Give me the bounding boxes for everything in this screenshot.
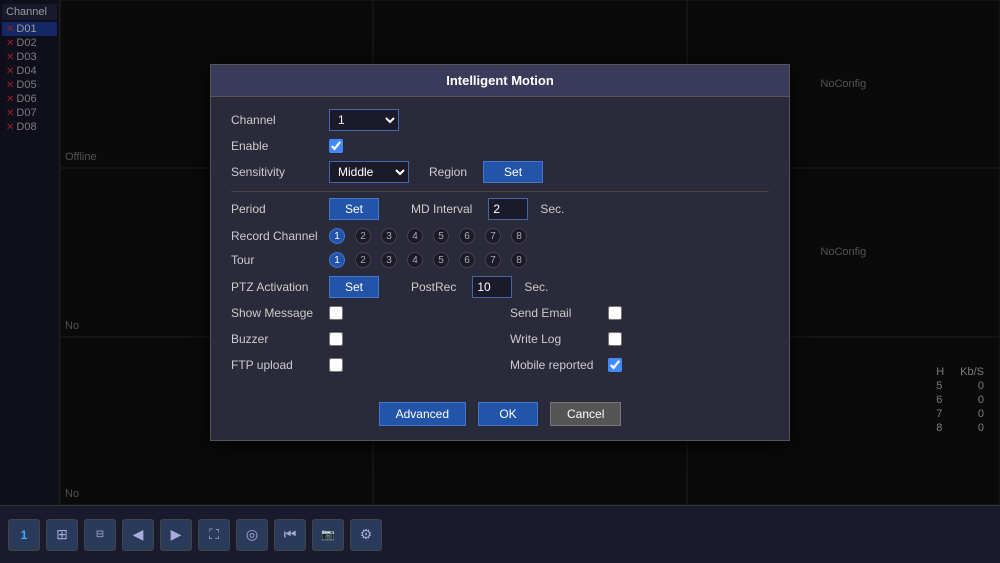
grid-4-btn[interactable]: ⊞	[46, 519, 78, 551]
advanced-button[interactable]: Advanced	[379, 402, 466, 426]
write-log-checkbox[interactable]	[608, 332, 622, 346]
grid4-icon: ⊞	[56, 526, 68, 543]
show-message-row: Show Message	[231, 306, 490, 320]
period-label: Period	[231, 202, 321, 216]
sensitivity-label: Sensitivity	[231, 165, 321, 179]
checkbox-section: Show Message Send Email Buzzer Write Log…	[231, 306, 769, 380]
next-icon: ▶	[171, 526, 182, 543]
live-btn[interactable]: 1	[8, 519, 40, 551]
next-btn[interactable]: ▶	[160, 519, 192, 551]
ptz-label: PTZ Activation	[231, 280, 321, 294]
channel-label: Channel	[231, 113, 321, 127]
postrec-unit: Sec.	[524, 280, 548, 294]
ptz-btn[interactable]: ◎	[236, 519, 268, 551]
tour-ch-7[interactable]: 7	[485, 252, 501, 268]
md-interval-label: MD Interval	[411, 202, 472, 216]
channel-row: Channel 1 2 3 4	[231, 109, 769, 131]
record-ch-8[interactable]: 8	[511, 228, 527, 244]
send-email-row: Send Email	[510, 306, 769, 320]
send-email-label: Send Email	[510, 306, 600, 320]
show-message-checkbox[interactable]	[329, 306, 343, 320]
record-ch-6[interactable]: 6	[459, 228, 475, 244]
ftp-upload-label: FTP upload	[231, 358, 321, 372]
tour-ch-5[interactable]: 5	[433, 252, 449, 268]
settings-icon: ⚙	[360, 526, 373, 543]
enable-label: Enable	[231, 139, 321, 153]
bottom-toolbar: 1 ⊞ ⊟ ◀ ▶ ⛶ ◎ ⏮ 📷 ⚙	[0, 505, 1000, 563]
playback-icon: ⏮	[284, 526, 297, 543]
write-log-label: Write Log	[510, 332, 600, 346]
write-log-row: Write Log	[510, 332, 769, 346]
record-ch-7[interactable]: 7	[485, 228, 501, 244]
camera-btn[interactable]: 📷	[312, 519, 344, 551]
record-channel-label: Record Channel	[231, 229, 321, 243]
live-icon: 1	[21, 528, 28, 542]
dialog-title: Intelligent Motion	[211, 65, 789, 97]
ok-button[interactable]: OK	[478, 402, 538, 426]
tour-ch-8[interactable]: 8	[511, 252, 527, 268]
record-ch-1[interactable]: 1	[329, 228, 345, 244]
fullscreen-icon: ⛶	[209, 526, 219, 543]
ftp-upload-row: FTP upload	[231, 358, 490, 372]
record-ch-3[interactable]: 3	[381, 228, 397, 244]
send-email-checkbox[interactable]	[608, 306, 622, 320]
enable-row: Enable	[231, 139, 769, 153]
ptz-row: PTZ Activation Set PostRec Sec.	[231, 276, 769, 298]
prev-btn[interactable]: ◀	[122, 519, 154, 551]
prev-icon: ◀	[133, 526, 144, 543]
tour-row: Tour 1 2 3 4 5 6 7 8	[231, 252, 769, 268]
channel-select[interactable]: 1 2 3 4	[329, 109, 399, 131]
ptz-set-button[interactable]: Set	[329, 276, 379, 298]
buzzer-checkbox[interactable]	[329, 332, 343, 346]
md-interval-input[interactable]	[488, 198, 528, 220]
tour-ch-3[interactable]: 3	[381, 252, 397, 268]
postrec-label: PostRec	[411, 280, 456, 294]
sensitivity-select[interactable]: Low Middle High	[329, 161, 409, 183]
sensitivity-row: Sensitivity Low Middle High Region Set	[231, 161, 769, 183]
tour-ch-1[interactable]: 1	[329, 252, 345, 268]
record-ch-5[interactable]: 5	[433, 228, 449, 244]
tour-ch-2[interactable]: 2	[355, 252, 371, 268]
period-row: Period Set MD Interval Sec.	[231, 198, 769, 220]
mobile-reported-label: Mobile reported	[510, 358, 600, 372]
postrec-input[interactable]	[472, 276, 512, 298]
region-set-button[interactable]: Set	[483, 161, 543, 183]
record-channel-row: Record Channel 1 2 3 4 5 6 7 8	[231, 228, 769, 244]
region-label: Region	[429, 165, 467, 179]
camera-icon: 📷	[321, 528, 335, 541]
playback-btn[interactable]: ⏮	[274, 519, 306, 551]
tour-ch-4[interactable]: 4	[407, 252, 423, 268]
dialog-body: Channel 1 2 3 4 Enable Sensitivity Low M…	[211, 97, 789, 392]
record-ch-2[interactable]: 2	[355, 228, 371, 244]
fullscreen-btn[interactable]: ⛶	[198, 519, 230, 551]
buzzer-label: Buzzer	[231, 332, 321, 346]
tour-label: Tour	[231, 253, 321, 267]
enable-checkbox[interactable]	[329, 139, 343, 153]
md-interval-unit: Sec.	[540, 202, 564, 216]
intelligent-motion-dialog: Intelligent Motion Channel 1 2 3 4 Enabl…	[210, 64, 790, 441]
period-set-button[interactable]: Set	[329, 198, 379, 220]
cancel-button[interactable]: Cancel	[550, 402, 621, 426]
mobile-reported-row: Mobile reported	[510, 358, 769, 372]
grid-9-btn[interactable]: ⊟	[84, 519, 116, 551]
tour-ch-6[interactable]: 6	[459, 252, 475, 268]
ftp-upload-checkbox[interactable]	[329, 358, 343, 372]
settings-btn[interactable]: ⚙	[350, 519, 382, 551]
mobile-reported-checkbox[interactable]	[608, 358, 622, 372]
dialog-overlay: Intelligent Motion Channel 1 2 3 4 Enabl…	[0, 0, 1000, 505]
record-ch-4[interactable]: 4	[407, 228, 423, 244]
dialog-footer: Advanced OK Cancel	[211, 392, 789, 440]
grid9-icon: ⊟	[96, 529, 104, 540]
show-message-label: Show Message	[231, 306, 321, 320]
ptz-icon: ◎	[246, 526, 258, 543]
buzzer-row: Buzzer	[231, 332, 490, 346]
